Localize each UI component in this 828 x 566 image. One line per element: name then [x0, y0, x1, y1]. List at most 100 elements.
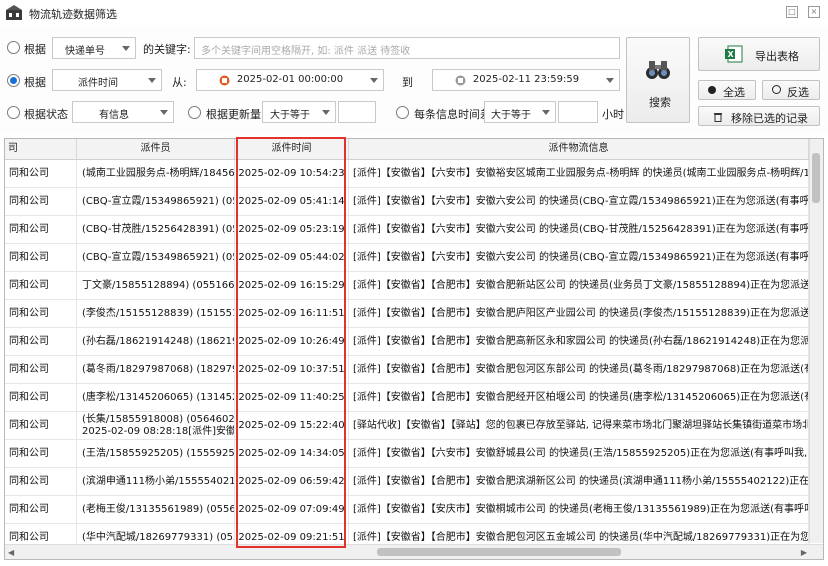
horizontal-scrollbar[interactable]: ◀ ▶ — [5, 544, 823, 559]
table-cell: [派件]【安徽省】【安庆市】安徽桐城市公司 的快递员(老梅王俊/13135561… — [349, 496, 809, 523]
export-button[interactable]: X 导出表格 — [698, 37, 820, 71]
radio-update-count[interactable] — [188, 106, 201, 119]
table-cell: [驿站代收]【安徽省】【驿站】您的包裹已存放至驿站, 记得来菜市场北门聚湖坦驿站… — [349, 412, 809, 439]
chevron-down-icon — [370, 78, 378, 83]
table-cell: (孙右磊/18621914248) (18621914 — [77, 328, 235, 355]
table-row[interactable]: 同和公司 (CBQ-甘茂胜/15256428391) (0564 2025-02-0… — [5, 216, 809, 244]
to-datetime-picker[interactable]: 2025-02-11 23:59:59 — [432, 69, 620, 91]
invert-select-button[interactable]: 反选 — [762, 80, 820, 100]
status-value: 有信息 — [99, 110, 129, 121]
update-count-label: 根据更新量 — [206, 108, 261, 121]
table-cell: (城南工业园服务点-杨明辉/18456 — [77, 160, 235, 187]
vertical-scroll-thumb[interactable] — [812, 153, 820, 203]
from-label: 从: — [172, 76, 187, 89]
to-label: 到 — [402, 76, 413, 89]
table-cell: (唐李松/13145206065) (13145206 — [77, 384, 235, 411]
table-cell: 同和公司 — [5, 468, 77, 495]
table-cell: [派件]【安徽省】【六安市】安徽六安公司 的快递员(CBQ-宣立霞/153498… — [349, 244, 809, 271]
table-cell: 同和公司 — [5, 356, 77, 383]
table-row[interactable]: 同和公司丁文豪/15855128894) (0551661632025-02-0… — [5, 272, 809, 300]
keyword-input[interactable]: 多个关键字间用空格隔开, 如: 派件 派送 待签收 — [194, 37, 620, 59]
header-courier[interactable]: 派件员 — [77, 139, 235, 159]
select-all-label: 全选 — [723, 86, 745, 99]
status-select[interactable]: 有信息 — [72, 101, 174, 123]
table-cell: (滨湖申通111杨小弟/15555402122 — [77, 468, 235, 495]
scroll-left-icon[interactable]: ◀ — [8, 548, 14, 557]
table-cell: 同和公司 — [5, 440, 77, 467]
table-row[interactable]: 同和公司 (CBQ-宣立霞/15349865921) (0564 2025-02-0… — [5, 244, 809, 272]
export-button-label: 导出表格 — [755, 50, 799, 63]
table-cell: 同和公司 — [5, 496, 77, 523]
table-cell: (CBQ-甘茂胜/15256428391) (0564 — [77, 216, 235, 243]
table-cell: 同和公司 — [5, 272, 77, 299]
table-row[interactable]: 同和公司 (葛冬雨/18297987068) (18297987 2025-02-0… — [5, 356, 809, 384]
select-all-button[interactable]: 全选 — [698, 80, 756, 100]
table-cell: (葛冬雨/18297987068) (18297987 — [77, 356, 235, 383]
table-row[interactable]: 同和公司 (老梅王俊/13135561989) (0556-6 2025-02-09… — [5, 496, 809, 524]
interval-input[interactable] — [558, 101, 598, 123]
table-row[interactable]: 同和公司 (CBQ-宣立霞/15349865921) (0564 2025-02-0… — [5, 188, 809, 216]
table-cell: [派件]【安徽省】【合肥市】安徽合肥庐阳区产业园公司 的快递员(李俊杰/1515… — [349, 300, 809, 327]
chevron-down-icon — [542, 110, 550, 115]
status-label: 根据状态 — [24, 108, 68, 121]
table-cell: 同和公司 — [5, 384, 77, 411]
table-row[interactable]: 同和公司 (唐李松/13145206065) (13145206 2025-02-0… — [5, 384, 809, 412]
table-cell: (CBQ-宣立霞/15349865921) (0564 — [77, 188, 235, 215]
vertical-scrollbar[interactable] — [809, 139, 823, 543]
filter-panel: 根据 快递单号 的关键字: 多个关键字间用空格隔开, 如: 派件 派送 待签收 … — [0, 26, 828, 134]
radio-keyword-label: 根据 — [24, 43, 46, 56]
radio-interval[interactable] — [396, 106, 409, 119]
chevron-down-icon — [322, 110, 330, 115]
table-cell: [派件]【安徽省】【六安市】安徽裕安区城南工业园服务点-杨明辉 的快递员(城南工… — [349, 160, 809, 187]
keyword-field-select[interactable]: 快递单号 — [52, 37, 136, 59]
keyword-field-value: 快递单号 — [65, 46, 105, 57]
radio-date[interactable] — [7, 74, 20, 87]
keyword-label: 的关键字: — [143, 43, 191, 56]
radio-date-label: 根据 — [24, 76, 46, 89]
table-row[interactable]: 同和公司 (城南工业园服务点-杨明辉/18456 2025-02-09 10:54:… — [5, 160, 809, 188]
update-count-input[interactable] — [338, 101, 376, 123]
interval-op-select[interactable]: 大于等于 — [484, 101, 556, 123]
table-row[interactable]: 同和公司 (王浩/15855925205) (155592520 2025-02-0… — [5, 440, 809, 468]
update-op-value: 大于等于 — [270, 110, 310, 121]
scroll-right-icon[interactable]: ▶ — [801, 548, 807, 557]
table-cell: 同和公司 — [5, 300, 77, 327]
table-row[interactable]: 同和公司 (孙右磊/18621914248) (18621914 2025-02-0… — [5, 328, 809, 356]
table-cell: [派件]【安徽省】【合肥市】安徽合肥新站区公司 的快递员(业务员丁文豪/1585… — [349, 272, 809, 299]
interval-label: 每条信息时间差 — [414, 108, 491, 121]
table-row[interactable]: 同和公司 (滨湖申通111杨小弟/15555402122 2025-02-09 06… — [5, 468, 809, 496]
table-row[interactable]: 同和公司 (李俊杰/15155128839) (15155128 2025-02-0… — [5, 300, 809, 328]
table-cell: 同和公司 — [5, 188, 77, 215]
header-logistics-info[interactable]: 派件物流信息 — [349, 139, 809, 159]
table-cell: [派件]【安徽省】【合肥市】安徽合肥滨湖新区公司 的快递员(滨湖申通111杨小弟… — [349, 468, 809, 495]
search-button[interactable]: 搜索 — [626, 37, 690, 123]
chevron-down-icon — [122, 46, 130, 51]
interval-op-value: 大于等于 — [491, 110, 531, 121]
remove-selected-button[interactable]: 移除已选的记录 — [698, 106, 820, 126]
header-company[interactable]: 司 — [5, 139, 77, 159]
table-cell: (老梅王俊/13135561989) (0556-6 — [77, 496, 235, 523]
chevron-down-icon — [160, 110, 168, 115]
table-row[interactable]: 同和公司(长集/15855918008) (0564602058 2025-02… — [5, 412, 809, 440]
data-grid[interactable]: 司 派件员 派件时间 派件物流信息 同和公司 (城南工业园服务点-杨明辉/1845… — [4, 138, 824, 560]
close-icon[interactable]: × — [808, 6, 820, 18]
table-cell: 同和公司 — [5, 412, 77, 439]
from-datetime-picker[interactable]: 2025-02-01 00:00:00 — [196, 69, 384, 91]
table-header: 司 派件员 派件时间 派件物流信息 — [5, 139, 809, 160]
radio-status[interactable] — [7, 106, 20, 119]
minimize-icon[interactable]: □ — [786, 6, 798, 18]
title-bar: 物流轨迹数据筛选 □ × — [0, 0, 828, 26]
excel-icon: X — [725, 45, 743, 63]
svg-text:X: X — [728, 50, 735, 59]
search-button-label: 搜索 — [649, 96, 671, 109]
table-cell: [派件]【安徽省】【六安市】安徽六安公司 的快递员(CBQ-宣立霞/153498… — [349, 188, 809, 215]
table-cell: 同和公司 — [5, 244, 77, 271]
table-cell: [派件]【安徽省】【合肥市】安徽合肥高新区永和家园公司 的快递员(孙右磊/186… — [349, 328, 809, 355]
radio-keyword[interactable] — [7, 41, 20, 54]
time-column-highlight — [236, 137, 346, 548]
window-title: 物流轨迹数据筛选 — [29, 8, 117, 21]
horizontal-scroll-thumb[interactable] — [377, 548, 621, 556]
update-op-select[interactable]: 大于等于 — [262, 101, 336, 123]
remove-selected-label: 移除已选的记录 — [731, 112, 808, 125]
date-field-select[interactable]: 派件时间 — [52, 69, 162, 91]
